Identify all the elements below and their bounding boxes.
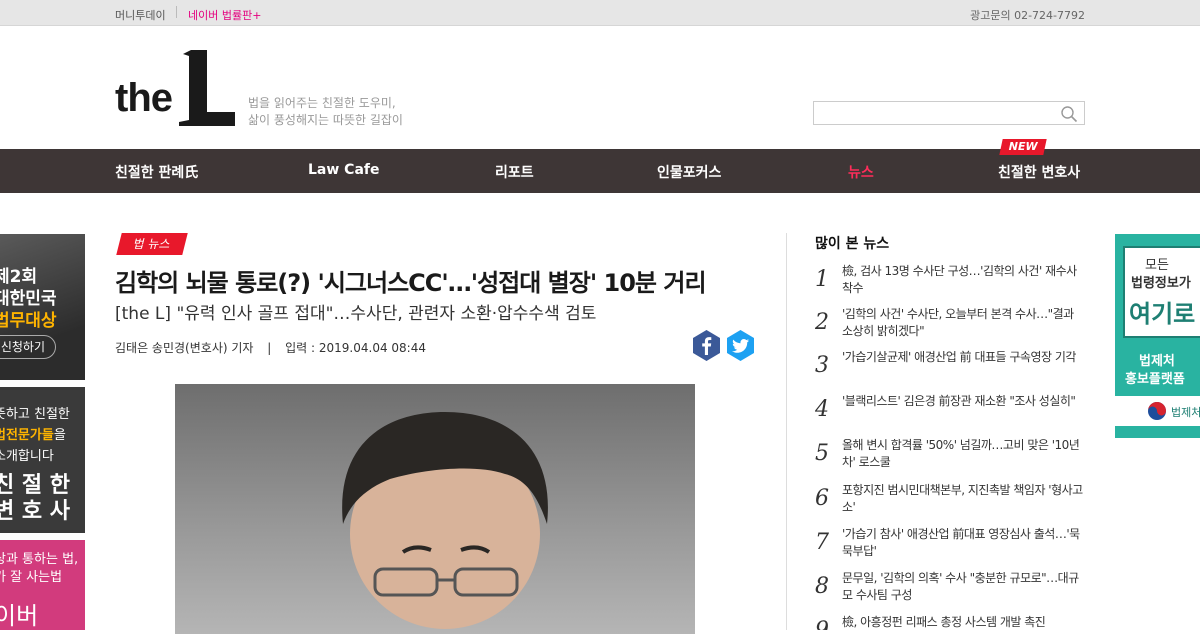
facebook-icon[interactable]: [691, 330, 722, 361]
popular-news-item[interactable]: 2 '김학의 사건' 수사단, 오늘부터 본격 수사…"결과 소상히 밝히겠다": [815, 306, 1087, 346]
article-byline: 김태은 송민경(변호사) 기자 | 입력 : 2019.04.04 08:44: [115, 339, 426, 356]
nav-item-people-focus[interactable]: 인물포커스: [657, 162, 721, 182]
popular-news-heading: 많이 본 뉴스: [815, 236, 890, 252]
apply-button[interactable]: 신청하기: [0, 335, 56, 359]
article-title: 김학의 뇌물 통로(?) '시그너스CC'…'성접대 별장' 10분 거리: [115, 269, 707, 297]
top-utility-bar: 머니투데이 네이버 법률판+ 광고문의 02-724-7792: [0, 0, 1200, 26]
twitter-icon[interactable]: [725, 330, 756, 361]
nav-item-law-cafe[interactable]: Law Cafe: [308, 162, 379, 178]
article-subtitle: [the L] "유력 인사 골프 접대"…수사단, 관련자 소환·압수수색 검…: [115, 304, 597, 324]
popular-news-item[interactable]: 3 '가습기살균제' 애경산업 前 대표들 구속영장 기각: [815, 349, 1087, 389]
column-divider: [786, 233, 787, 630]
category-badge[interactable]: 법 뉴스: [116, 233, 188, 255]
moneytoday-link[interactable]: 머니투데이: [115, 7, 166, 23]
site-logo[interactable]: the: [115, 48, 240, 126]
banner-kind-lawyer[interactable]: 뜻하고 친절한 법전문가들을 소개합니다 친 절 한 변 호 사: [0, 387, 85, 533]
popular-news-item[interactable]: 4 '블랙리스트' 김은경 前장관 재소환 "조사 성실히": [815, 393, 1087, 433]
popular-news-item[interactable]: 1 檢, 검사 13명 수사단 구성…'김학의 사건' 재수사 착수: [815, 263, 1087, 303]
popular-news-item[interactable]: 9檢, 아흥정펀 리패스 총정 사스템 개발 촉진: [815, 614, 1087, 630]
popular-news-item[interactable]: 6 포항지진 범시민대책본부, 지진촉발 책임자 '형사고소': [815, 482, 1087, 522]
banner-book-graphic: 모든 법령정보가 여기로: [1123, 246, 1200, 338]
search-input[interactable]: [813, 101, 1085, 125]
topbar-divider: [176, 6, 177, 18]
site-tagline: 법을 읽어주는 친절한 도우미, 삶이 풍성해지는 따뜻한 길잡이: [248, 96, 403, 127]
logo-the-text: the: [115, 76, 173, 120]
search-icon[interactable]: [1060, 105, 1078, 123]
reporter-names: 김태은 송민경(변호사) 기자: [115, 341, 254, 355]
popular-news-item[interactable]: 5 올해 변시 합격률 '50%' 넘길까…고비 맞은 '10년차' 로스쿨: [815, 437, 1087, 477]
article-photo: [175, 384, 695, 634]
banner-logo-strip: 법제처: [1115, 396, 1200, 426]
banner-law-award[interactable]: 제2회 대한민국 법무대상 신청하기: [0, 234, 85, 380]
portrait-image: [342, 412, 548, 629]
byline-separator: |: [267, 341, 272, 355]
taegeuk-icon: [1148, 402, 1166, 420]
nav-item-precedent[interactable]: 친절한 판례氏: [115, 162, 198, 182]
new-badge: NEW: [999, 139, 1047, 155]
popular-news-item[interactable]: 7 '가습기 참사' 애경산업 前대표 영장심사 출석…'묵묵부답': [815, 526, 1087, 566]
main-nav: 친절한 판례氏 Law Cafe 리포트 인물포커스 뉴스 NEW 친절한 변호…: [0, 139, 1200, 193]
ad-contact-text: 광고문의 02-724-7792: [970, 9, 1085, 22]
logo-l-mark: [179, 50, 235, 126]
banner-cyber-law[interactable]: 상과 통하는 법, 가 잘 사는법 이버: [0, 540, 85, 630]
naver-law-link[interactable]: 네이버 법률판+: [188, 7, 261, 23]
publish-date: 입력 : 2019.04.04 08:44: [285, 341, 426, 355]
banner-moleg[interactable]: 모든 법령정보가 여기로 법제처 홍보플랫폼 법제처: [1115, 234, 1200, 438]
popular-news-item[interactable]: 8 문무일, '김학의 의혹' 수사 "충분한 규모로"…대규모 수사팀 구성: [815, 570, 1087, 610]
nav-item-news[interactable]: 뉴스: [848, 162, 874, 182]
nav-item-lawyer[interactable]: 친절한 변호사: [998, 162, 1080, 182]
nav-item-report[interactable]: 리포트: [495, 162, 534, 182]
